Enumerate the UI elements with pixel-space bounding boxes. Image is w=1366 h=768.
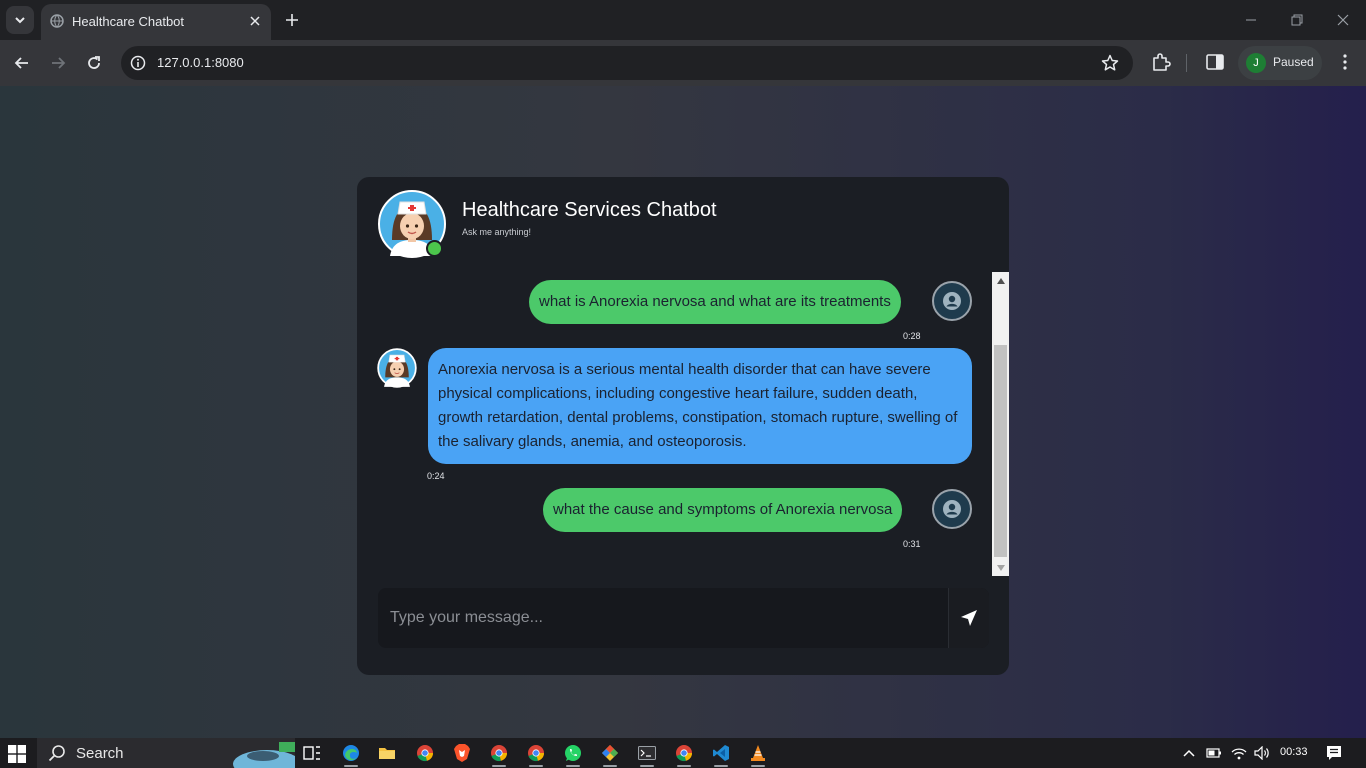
brave-icon[interactable] — [452, 743, 472, 763]
taskbar-search[interactable]: Search — [37, 738, 295, 768]
restore-icon — [1291, 14, 1303, 26]
search-highlight-image — [233, 742, 295, 768]
chrome-icon[interactable] — [526, 743, 546, 763]
taskbar-clock[interactable]: 00:33 — [1280, 746, 1308, 758]
profile-status: Paused — [1273, 55, 1314, 69]
message-composer — [378, 588, 989, 648]
tab-search-button[interactable] — [6, 6, 34, 34]
windows-start-icon[interactable] — [8, 745, 26, 763]
message-scrollbar[interactable] — [992, 272, 1009, 576]
vscode-icon[interactable] — [711, 743, 731, 763]
arrow-left-icon — [14, 57, 28, 69]
close-icon — [1337, 14, 1349, 26]
message-time: 0:31 — [903, 539, 921, 549]
restore-button[interactable] — [1285, 8, 1309, 32]
online-status-indicator — [426, 240, 443, 257]
tab-title: Healthcare Chatbot — [72, 14, 185, 29]
user-message: what is Anorexia nervosa and what are it… — [529, 280, 901, 324]
terminal-icon[interactable] — [637, 743, 657, 763]
browser-toolbar: 127.0.0.1:8080 J Paused — [0, 40, 1366, 86]
battery-icon[interactable] — [1205, 745, 1223, 761]
arrow-right-icon — [52, 57, 66, 69]
extensions-icon[interactable] — [1150, 51, 1172, 73]
scroll-up-button[interactable] — [992, 272, 1009, 289]
wifi-icon[interactable] — [1230, 745, 1248, 761]
profile-avatar: J — [1246, 53, 1266, 73]
plus-icon — [286, 14, 298, 26]
message-time: 0:28 — [903, 331, 921, 341]
message-list: what is Anorexia nervosa and what are it… — [357, 272, 993, 575]
chrome-icon[interactable] — [674, 743, 694, 763]
page-background: Healthcare Services Chatbot Ask me anyth… — [0, 86, 1366, 738]
side-panel-icon[interactable] — [1204, 51, 1226, 73]
back-button[interactable] — [10, 51, 34, 75]
address-bar[interactable]: 127.0.0.1:8080 — [121, 46, 1133, 80]
user-icon — [943, 292, 961, 310]
profile-button[interactable]: J Paused — [1238, 46, 1322, 80]
send-icon — [961, 610, 977, 626]
browser-tab[interactable]: Healthcare Chatbot — [41, 4, 271, 40]
active-app-indicator — [677, 765, 691, 767]
browser-menu-button[interactable] — [1334, 51, 1356, 73]
user-message: what the cause and symptoms of Anorexia … — [543, 488, 903, 532]
site-info-icon[interactable] — [130, 55, 146, 71]
notifications-icon[interactable] — [1325, 745, 1343, 761]
active-app-indicator — [529, 765, 543, 767]
minimize-button[interactable] — [1239, 8, 1263, 32]
user-avatar — [932, 281, 972, 321]
triangle-down-icon — [996, 564, 1005, 571]
scroll-down-button[interactable] — [992, 559, 1009, 576]
triangle-up-icon — [996, 277, 1005, 284]
message-time: 0:24 — [427, 471, 445, 481]
send-button[interactable] — [948, 588, 989, 648]
active-app-indicator — [714, 765, 728, 767]
chat-subtitle: Ask me anything! — [462, 227, 532, 237]
windows-taskbar: Search 00:33 — [0, 738, 1366, 768]
forward-button[interactable] — [46, 51, 70, 75]
chat-window: Healthcare Services Chatbot Ask me anyth… — [357, 177, 1009, 675]
user-avatar — [932, 489, 972, 529]
whatsapp-icon[interactable] — [563, 743, 583, 763]
tab-close-button[interactable] — [247, 13, 263, 29]
minimize-icon — [1246, 19, 1256, 21]
chrome-icon[interactable] — [415, 743, 435, 763]
close-window-button[interactable] — [1331, 8, 1355, 32]
kebab-menu-icon — [1343, 54, 1347, 70]
search-label: Search — [76, 745, 124, 762]
active-app-indicator — [640, 765, 654, 767]
chevron-up-icon — [1183, 749, 1195, 757]
tab-strip: Healthcare Chatbot — [0, 0, 1366, 40]
volume-icon[interactable] — [1253, 745, 1271, 761]
active-app-indicator — [344, 765, 358, 767]
git-icon[interactable] — [600, 743, 620, 763]
edge-icon[interactable] — [341, 743, 361, 763]
chevron-down-icon — [15, 17, 25, 24]
user-icon — [943, 500, 961, 518]
active-app-indicator — [566, 765, 580, 767]
close-icon — [250, 16, 260, 26]
task-view-icon[interactable] — [302, 743, 322, 763]
message-input[interactable] — [378, 588, 948, 648]
chrome-icon[interactable] — [489, 743, 509, 763]
show-hidden-icons-button[interactable] — [1182, 745, 1196, 761]
active-app-indicator — [492, 765, 506, 767]
bot-message: Anorexia nervosa is a serious mental hea… — [428, 348, 972, 464]
active-app-indicator — [603, 765, 617, 767]
chat-title: Healthcare Services Chatbot — [462, 199, 717, 221]
reload-button[interactable] — [82, 51, 106, 75]
search-icon — [48, 745, 65, 762]
nurse-avatar-small — [377, 348, 417, 388]
reload-icon — [88, 56, 100, 69]
file-explorer-icon[interactable] — [377, 743, 397, 763]
new-tab-button[interactable] — [281, 9, 303, 31]
toolbar-divider — [1186, 54, 1187, 72]
active-app-indicator — [751, 765, 765, 767]
globe-icon — [50, 14, 64, 28]
url-text: 127.0.0.1:8080 — [157, 55, 244, 70]
scroll-thumb[interactable] — [994, 345, 1007, 557]
vlc-icon[interactable] — [748, 743, 768, 763]
bookmark-star-icon[interactable] — [1101, 54, 1119, 72]
